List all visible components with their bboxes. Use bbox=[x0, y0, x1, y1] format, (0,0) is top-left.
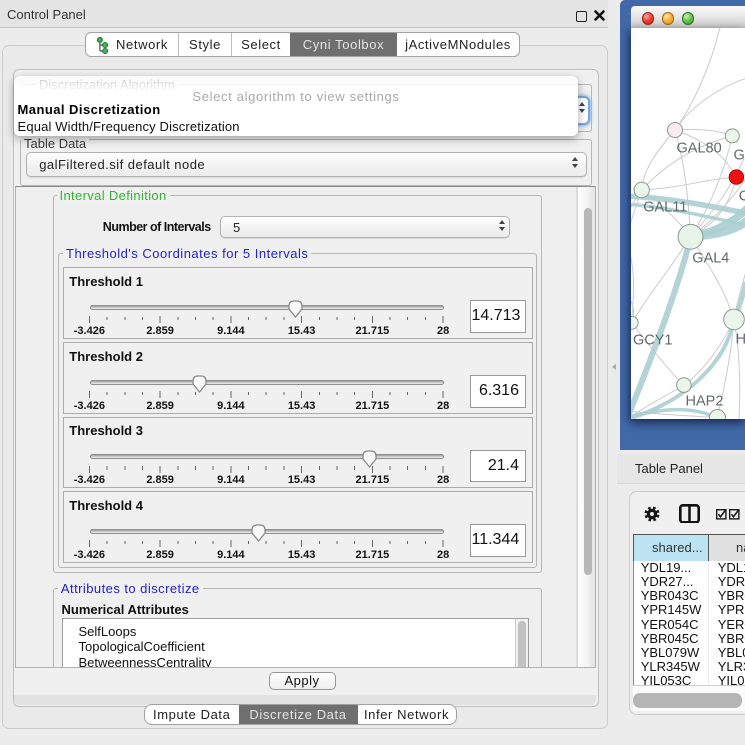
svg-text:C: C bbox=[739, 188, 745, 204]
svg-text:GAL4: GAL4 bbox=[692, 250, 729, 266]
svg-text:HAP2: HAP2 bbox=[686, 393, 724, 409]
svg-text:GCY1: GCY1 bbox=[633, 332, 673, 348]
svg-text:GAL80: GAL80 bbox=[677, 140, 722, 156]
svg-text:H: H bbox=[736, 331, 745, 347]
svg-text:GAL11: GAL11 bbox=[643, 199, 687, 215]
svg-text:GA: GA bbox=[734, 147, 745, 163]
